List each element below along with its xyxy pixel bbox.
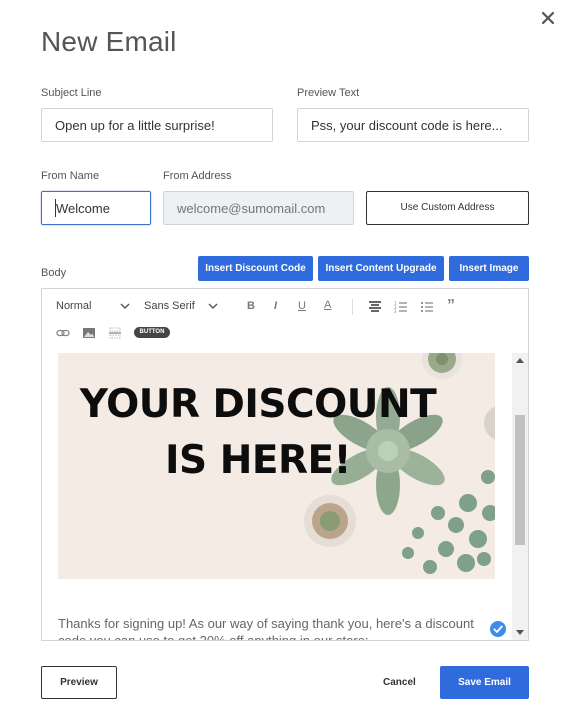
body-editor[interactable]: Normal Sans Serif B I U A 1 2 3 ” BUTTON… (41, 288, 529, 641)
chevron-down-icon (120, 303, 130, 309)
email-content: YOUR DISCOUNT IS HERE! Thanks for signin… (42, 353, 512, 640)
close-icon[interactable] (540, 10, 556, 26)
editor-toolbar: Normal Sans Serif B I U A 1 2 3 ” BUTTON (42, 289, 528, 354)
align-center-icon[interactable] (368, 300, 382, 314)
preview-text-label: Preview Text (297, 87, 360, 99)
email-body-text: Thanks for signing up! As our way of say… (58, 616, 474, 640)
scroll-down-icon[interactable] (516, 630, 524, 636)
editor-scrollbar[interactable] (512, 353, 528, 640)
hero-line-2: IS HERE! (165, 438, 351, 483)
blockquote-button[interactable]: ” (447, 297, 455, 315)
divider-icon[interactable] (108, 326, 122, 340)
preview-button[interactable]: Preview (41, 666, 117, 699)
bold-button[interactable]: B (247, 300, 255, 312)
ordered-list-icon[interactable]: 1 2 3 (394, 300, 408, 314)
underline-button[interactable]: U (298, 300, 306, 312)
hero-headline: YOUR DISCOUNT IS HERE! (58, 377, 458, 489)
text-color-button[interactable]: A (324, 299, 331, 311)
preview-text-input[interactable] (297, 108, 529, 142)
font-select[interactable]: Sans Serif (144, 300, 222, 314)
format-select[interactable]: Normal (56, 300, 134, 314)
check-badge-icon (490, 621, 506, 637)
chevron-down-icon (208, 303, 218, 309)
hero-image: YOUR DISCOUNT IS HERE! (58, 353, 495, 579)
insert-discount-code-button[interactable]: Insert Discount Code (198, 256, 313, 281)
insert-image-button[interactable]: Insert Image (449, 256, 529, 281)
from-address-input[interactable] (163, 191, 354, 225)
image-icon[interactable] (82, 326, 96, 340)
text-cursor (55, 199, 56, 217)
insert-content-upgrade-button[interactable]: Insert Content Upgrade (318, 256, 444, 281)
insert-button-tag[interactable]: BUTTON (134, 327, 170, 338)
scroll-up-icon[interactable] (516, 357, 524, 363)
bullet-list-icon[interactable] (420, 300, 434, 314)
dialog-title: New Email (41, 26, 177, 57)
italic-button[interactable]: I (274, 300, 277, 312)
cancel-button[interactable]: Cancel (383, 677, 416, 688)
from-name-label: From Name (41, 170, 100, 182)
use-custom-address-button[interactable]: Use Custom Address (366, 191, 529, 225)
subject-line-label: Subject Line (41, 87, 102, 99)
hero-line-1: YOUR DISCOUNT (79, 382, 437, 427)
body-label: Body (41, 267, 67, 279)
scrollbar-thumb[interactable] (515, 415, 525, 545)
toolbar-divider (352, 299, 353, 315)
svg-text:3: 3 (394, 309, 397, 314)
save-email-button[interactable]: Save Email (440, 666, 529, 699)
format-select-value: Normal (56, 300, 92, 312)
from-name-input[interactable] (41, 191, 151, 225)
subject-line-input[interactable] (41, 108, 273, 142)
from-address-label: From Address (163, 170, 232, 182)
font-select-value: Sans Serif (144, 300, 195, 312)
link-icon[interactable] (56, 326, 70, 340)
